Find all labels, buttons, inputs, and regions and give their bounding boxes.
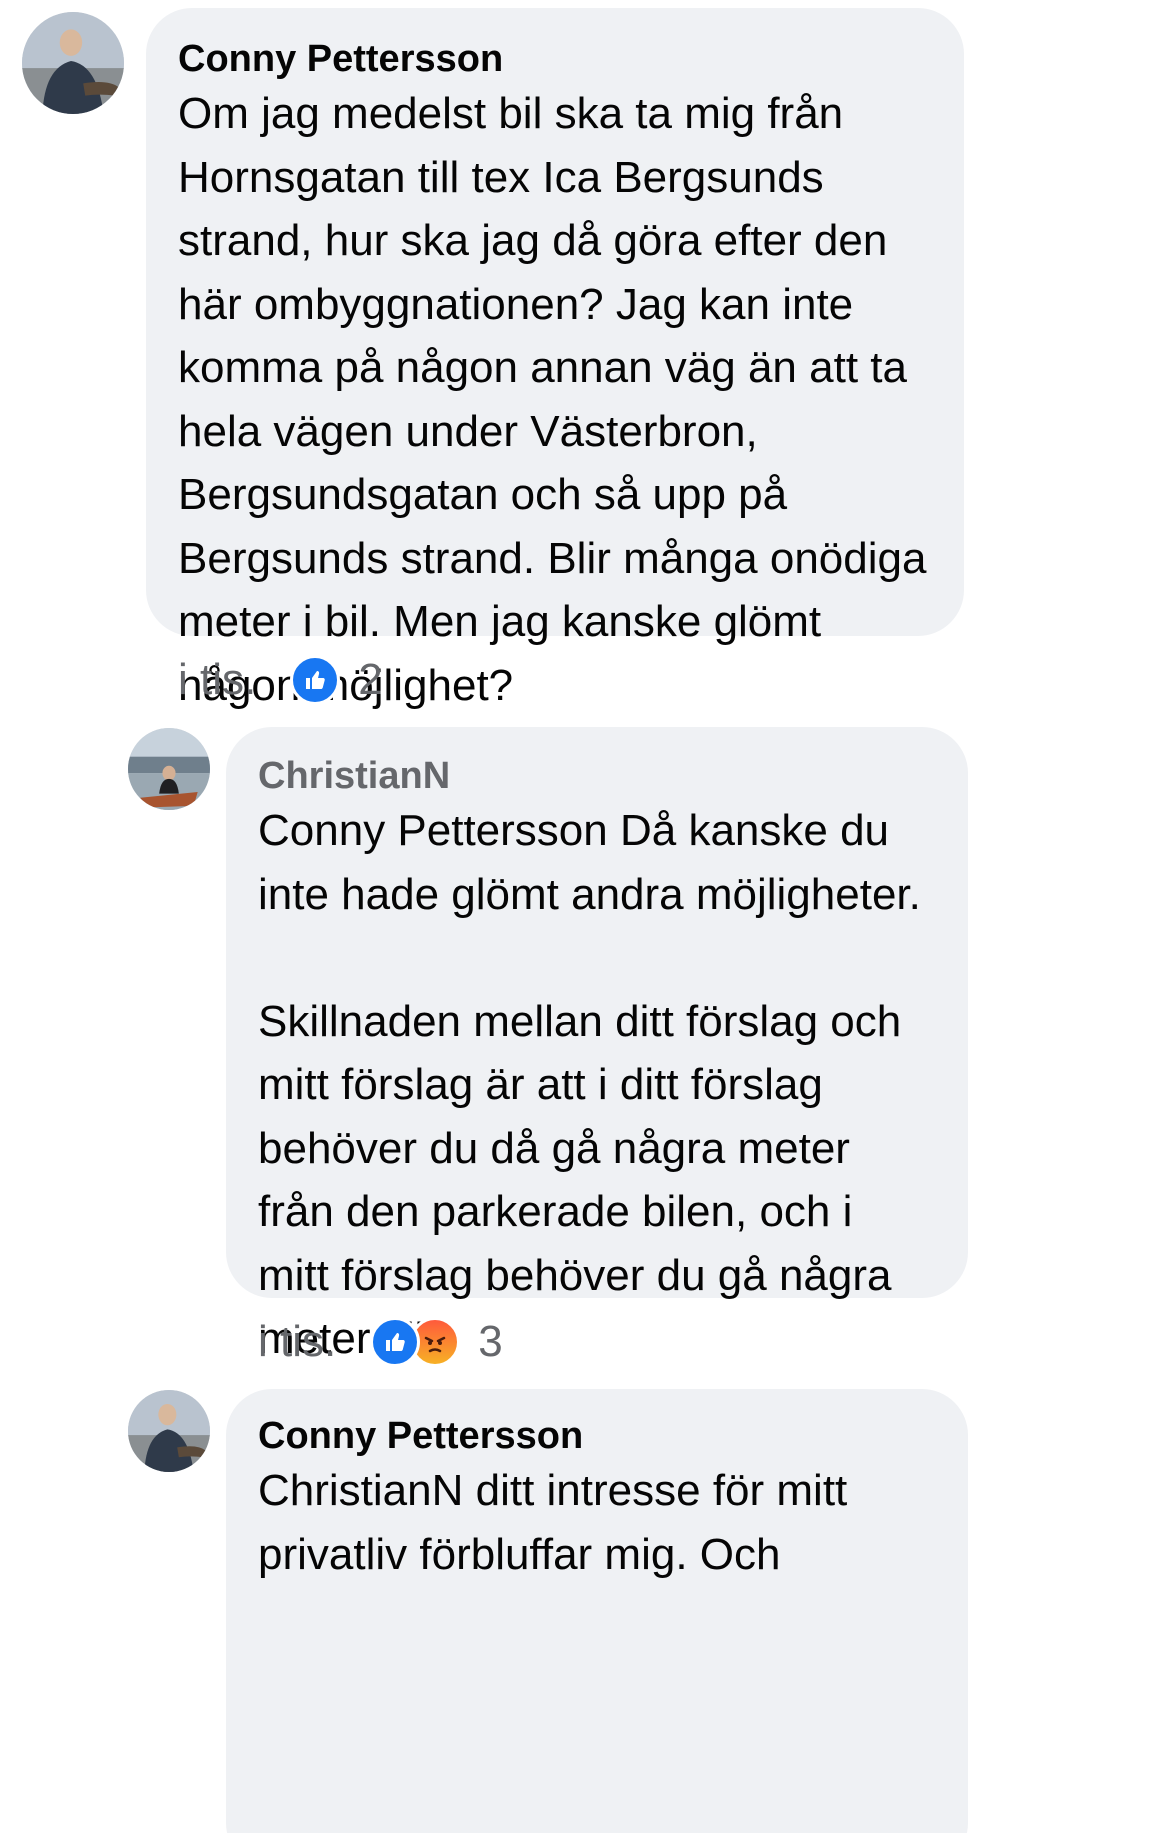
profile-photo	[22, 12, 124, 114]
like-icon	[370, 1317, 421, 1367]
avatar[interactable]	[128, 728, 210, 810]
comment-text-content: Då kanske du inte hade glömt andra möjli…	[258, 806, 921, 1363]
comment-author[interactable]: Conny Pettersson	[258, 1413, 936, 1459]
comment-timestamp[interactable]: i tis.	[178, 655, 256, 705]
avatar[interactable]	[22, 12, 124, 114]
reaction-count: 2	[358, 655, 383, 704]
mention-link[interactable]: Conny Pettersson	[258, 806, 608, 855]
comment-text: ChristianN ditt intresse för mitt privat…	[258, 1459, 936, 1586]
like-icon	[290, 655, 341, 705]
comment-text: Conny Pettersson Då kanske du inte hade …	[258, 799, 936, 1371]
comment-bubble: Conny Pettersson Om jag medelst bil ska …	[146, 8, 964, 710]
comment-thread: Conny Pettersson Om jag medelst bil ska …	[0, 0, 1168, 1833]
avatar[interactable]	[128, 1390, 210, 1472]
reaction-summary[interactable]: 2	[290, 655, 383, 705]
profile-photo	[128, 1390, 210, 1472]
comment-meta: i tis. 3	[258, 1314, 503, 1370]
comment-timestamp[interactable]: i tis.	[258, 1317, 336, 1367]
comment-author[interactable]: Conny Pettersson	[178, 36, 932, 82]
comment-text: Om jag medelst bil ska ta mig från Horns…	[178, 89, 927, 710]
reaction-count: 3	[478, 1317, 503, 1366]
comment-meta: i tis. 2	[178, 652, 383, 708]
comment-bubble: Conny Pettersson ChristianN ditt intress…	[226, 1389, 968, 1833]
profile-photo	[128, 728, 210, 810]
comment-author[interactable]: ChristianN	[258, 753, 936, 799]
reaction-summary[interactable]: 3	[370, 1317, 503, 1367]
comment-bubble: ChristianN Conny Pettersson Då kanske du…	[226, 727, 968, 1363]
mention-link[interactable]: ChristianN	[258, 1466, 463, 1515]
